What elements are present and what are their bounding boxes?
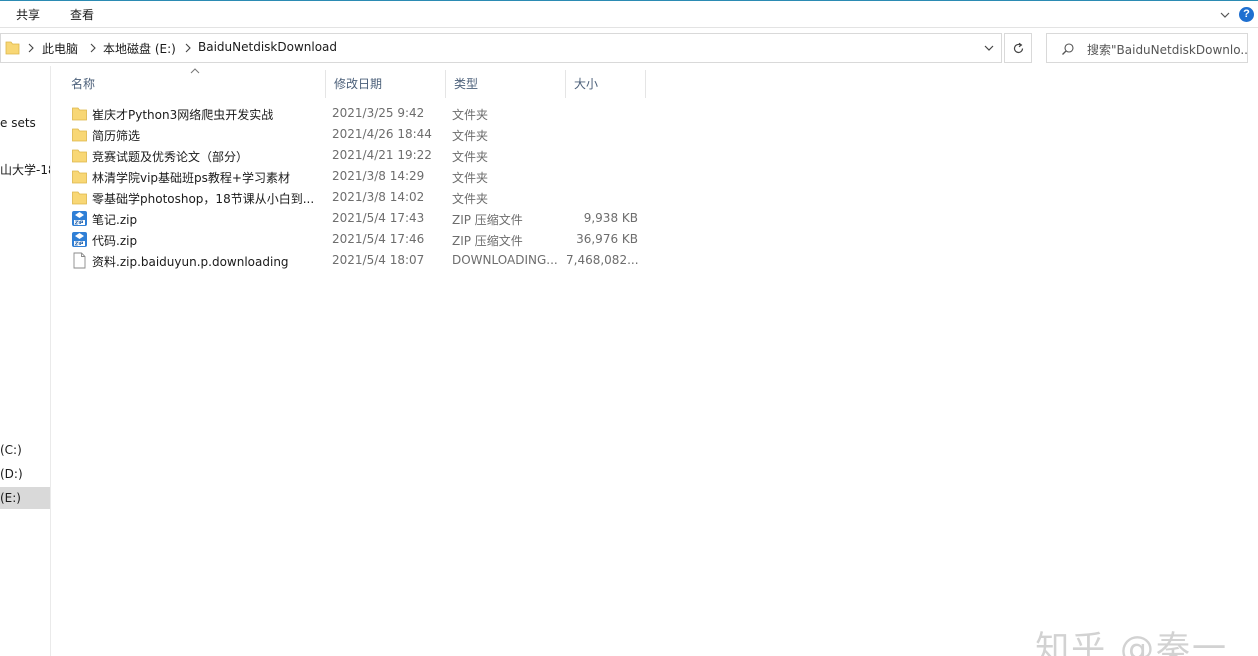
file-row[interactable]: 简历筛选 2021/4/26 18:44 文件夹 xyxy=(63,124,643,145)
nav-item-drive-d[interactable]: (D:) xyxy=(0,463,50,485)
column-header-type[interactable]: 类型 xyxy=(446,70,566,98)
breadcrumb-separator-icon[interactable] xyxy=(27,43,35,53)
file-type: 文件夹 xyxy=(452,171,489,185)
search-icon xyxy=(1062,43,1074,55)
file-name: 简历筛选 xyxy=(92,129,141,143)
file-type: ZIP 压缩文件 xyxy=(452,234,523,248)
breadcrumb-separator-icon[interactable] xyxy=(89,43,97,53)
folder-icon xyxy=(71,147,88,164)
file-row[interactable]: 代码.zip 2021/5/4 17:46 ZIP 压缩文件 36,976 KB xyxy=(63,229,643,250)
search-input[interactable]: 搜索"BaiduNetdiskDownlo... xyxy=(1087,41,1247,58)
file-type: 文件夹 xyxy=(452,192,489,206)
folder-icon xyxy=(71,126,88,143)
navigation-pane: e sets 山大学-18 (C:) (D:) (E:) xyxy=(0,66,51,656)
file-name: 零基础学photoshop，18节课从小白到... xyxy=(92,192,315,206)
column-header-date[interactable]: 修改日期 xyxy=(326,70,446,98)
breadcrumb-drive-e[interactable]: 本地磁盘 (E:) xyxy=(103,40,176,57)
tab-share[interactable]: 共享 xyxy=(12,6,44,23)
folder-icon xyxy=(71,168,88,185)
refresh-icon xyxy=(1013,42,1024,54)
search-box[interactable]: 搜索"BaiduNetdiskDownlo... xyxy=(1046,33,1248,63)
file-date: 2021/3/8 14:02 xyxy=(332,190,425,204)
nav-item-drive-e[interactable]: (E:) xyxy=(0,487,50,509)
file-row[interactable]: 林清学院vip基础班ps教程+学习素材 2021/3/8 14:29 文件夹 xyxy=(63,166,643,187)
address-bar[interactable]: 此电脑 本地磁盘 (E:) BaiduNetdiskDownload xyxy=(0,33,1002,63)
file-type: DOWNLOADING... xyxy=(452,253,558,267)
nav-item[interactable]: e sets xyxy=(0,112,50,134)
address-dropdown-icon[interactable] xyxy=(983,43,995,53)
column-header-name[interactable]: 名称 xyxy=(63,70,326,98)
file-name: 笔记.zip xyxy=(92,213,138,227)
file-row[interactable]: 零基础学photoshop，18节课从小白到... 2021/3/8 14:02 文… xyxy=(63,187,643,208)
ribbon: 共享 查看 ? xyxy=(0,0,1258,28)
help-icon[interactable]: ? xyxy=(1239,7,1254,22)
breadcrumb-current-folder[interactable]: BaiduNetdiskDownload xyxy=(198,40,337,54)
file-size: 7,468,082... xyxy=(566,253,639,267)
file-name: 代码.zip xyxy=(92,234,138,248)
breadcrumb-separator-icon[interactable] xyxy=(184,43,192,53)
file-date: 2021/3/8 14:29 xyxy=(332,169,425,183)
file-type: ZIP 压缩文件 xyxy=(452,213,523,227)
file-date: 2021/4/21 19:22 xyxy=(332,148,432,162)
file-date: 2021/5/4 17:46 xyxy=(332,232,425,246)
file-name: 竞赛试题及优秀论文（部分） xyxy=(92,150,249,164)
file-name: 崔庆才Python3网络爬虫开发实战 xyxy=(92,108,274,122)
nav-item[interactable]: 山大学-18 xyxy=(0,159,50,181)
file-date: 2021/4/26 18:44 xyxy=(332,127,432,141)
file-row[interactable]: 笔记.zip 2021/5/4 17:43 ZIP 压缩文件 9,938 KB xyxy=(63,208,643,229)
file-date: 2021/5/4 17:43 xyxy=(332,211,425,225)
nav-item-drive-c[interactable]: (C:) xyxy=(0,439,50,461)
folder-icon xyxy=(71,189,88,206)
breadcrumb-this-pc[interactable]: 此电脑 xyxy=(42,40,78,57)
file-date: 2021/3/25 9:42 xyxy=(332,106,425,120)
file-name: 资料.zip.baiduyun.p.downloading xyxy=(92,255,289,269)
watermark: 知乎 @秦一 xyxy=(1035,629,1228,656)
file-icon xyxy=(71,252,88,269)
zip-icon xyxy=(71,231,88,248)
file-type: 文件夹 xyxy=(452,108,489,122)
file-row[interactable]: 崔庆才Python3网络爬虫开发实战 2021/3/25 9:42 文件夹 xyxy=(63,103,643,124)
file-row[interactable]: 资料.zip.baiduyun.p.downloading 2021/5/4 18… xyxy=(63,250,643,271)
file-date: 2021/5/4 18:07 xyxy=(332,253,425,267)
zip-icon xyxy=(71,210,88,227)
refresh-button[interactable] xyxy=(1004,33,1032,63)
file-type: 文件夹 xyxy=(452,150,489,164)
folder-icon xyxy=(71,105,88,122)
file-name: 林清学院vip基础班ps教程+学习素材 xyxy=(92,171,290,185)
column-header-size[interactable]: 大小 xyxy=(566,70,646,98)
folder-icon xyxy=(5,41,20,55)
file-size: 36,976 KB xyxy=(576,232,638,246)
file-type: 文件夹 xyxy=(452,129,489,143)
file-size: 9,938 KB xyxy=(583,211,638,225)
tab-view[interactable]: 查看 xyxy=(66,6,98,23)
file-row[interactable]: 竞赛试题及优秀论文（部分） 2021/4/21 19:22 文件夹 xyxy=(63,145,643,166)
ribbon-expand-chevron-icon[interactable] xyxy=(1218,8,1232,22)
